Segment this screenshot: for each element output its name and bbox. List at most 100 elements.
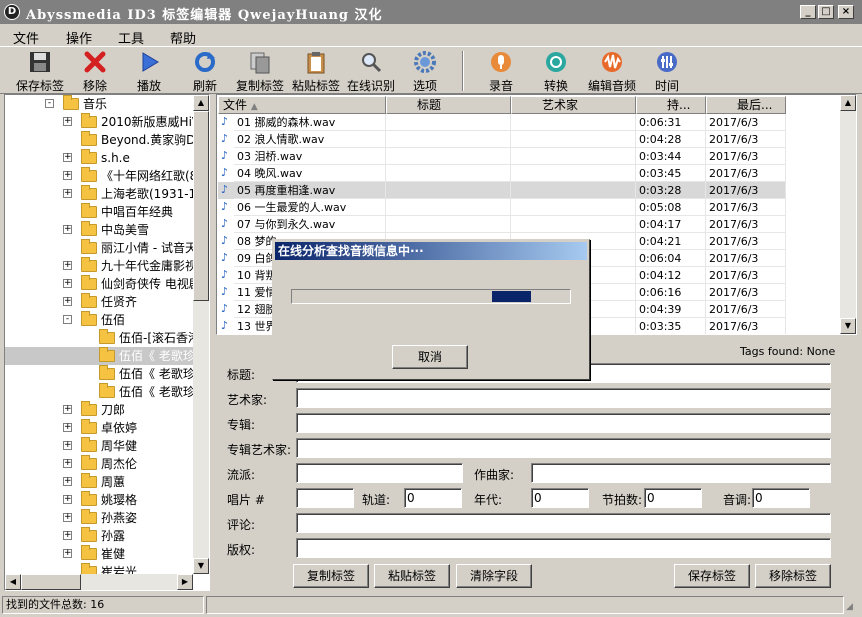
clear-fields-button[interactable]: 清除字段 [456, 564, 532, 588]
tree-node[interactable]: + 中岛美雪 [5, 221, 193, 239]
tree-expander[interactable]: + [63, 153, 72, 162]
online-identify-button[interactable]: 在线识别 [345, 49, 397, 93]
column-artist[interactable]: 艺术家 [511, 96, 636, 114]
tree-node[interactable]: 中唱百年经典 [5, 203, 193, 221]
tree-node[interactable]: + 上海老歌(1931-19 [5, 185, 204, 203]
file-row[interactable]: ♪ 02 浪人情歌.wav 0:04:28 2017/6/3 [218, 131, 786, 148]
menu-action[interactable]: 操作 [66, 28, 92, 47]
track-field[interactable]: 0 [404, 488, 462, 508]
menu-tools[interactable]: 工具 [118, 28, 144, 47]
tree-expander[interactable]: + [63, 549, 72, 558]
tree-node[interactable]: 丽江小倩 - 试音天 [5, 239, 197, 257]
genre-field[interactable] [296, 463, 463, 483]
tree-expander[interactable]: + [63, 117, 72, 126]
tree-node[interactable]: + 《十年网络红歌(80 [5, 167, 205, 185]
resize-grip-icon[interactable]: ◢ [846, 602, 858, 614]
disc-field[interactable] [296, 488, 354, 508]
tree-node[interactable]: - 伍佰 [5, 311, 193, 329]
tree-node[interactable]: 伍佰《 老歌珍 [5, 383, 195, 401]
artist-field[interactable] [296, 388, 831, 408]
tree-node[interactable]: Beyond.黄家驹DSD [5, 131, 209, 149]
tree-expander[interactable]: + [63, 459, 72, 468]
cancel-button[interactable]: 取消 [392, 345, 468, 369]
tree-node[interactable]: + 周杰伦 [5, 455, 193, 473]
tree-scroll-right-button[interactable]: ▶ [177, 574, 193, 590]
tree-expander[interactable]: + [63, 477, 72, 486]
bpm-field[interactable]: 0 [644, 488, 702, 508]
record-button[interactable]: 录音 [486, 49, 516, 93]
album-field[interactable] [296, 413, 831, 433]
menu-help[interactable]: 帮助 [170, 28, 196, 47]
paste-tags-panel-button[interactable]: 粘贴标签 [374, 564, 450, 588]
tree-hscroll-thumb[interactable] [21, 574, 81, 590]
tree-node[interactable]: + 仙剑奇侠传 电视剧 [5, 275, 201, 293]
tree-node[interactable]: + 刀郎 [5, 401, 193, 419]
tree-scroll-left-button[interactable]: ◀ [5, 574, 21, 590]
tree-expander[interactable]: + [63, 297, 72, 306]
tree-expander[interactable]: + [63, 225, 72, 234]
tree-scroll-down-button[interactable]: ▼ [193, 558, 209, 574]
file-row[interactable]: ♪ 04 晚风.wav 0:03:45 2017/6/3 [218, 165, 786, 182]
composer-field[interactable] [531, 463, 831, 483]
close-button[interactable]: × [838, 5, 854, 19]
column-file[interactable]: 文件 ▲ [218, 96, 386, 114]
tree-expander[interactable]: + [63, 171, 72, 180]
maximize-button[interactable]: □ [818, 5, 834, 19]
tree-node[interactable]: + 任贤齐 [5, 293, 193, 311]
tree-expander[interactable]: + [63, 513, 72, 522]
tree-expander[interactable]: + [63, 189, 72, 198]
year-field[interactable]: 0 [531, 488, 589, 508]
tree-expander[interactable]: - [63, 315, 72, 324]
column-duration[interactable]: 持... [636, 96, 706, 114]
tree-node[interactable]: + s.h.e [5, 149, 193, 167]
tree-scroll-up-button[interactable]: ▲ [193, 95, 209, 111]
column-title[interactable]: 标题 [386, 96, 511, 114]
file-row[interactable]: ♪ 06 一生最爱的人.wav 0:05:08 2017/6/3 [218, 199, 786, 216]
tree-node[interactable]: + 九十年代金庸影视 [5, 257, 197, 275]
file-row[interactable]: ♪ 01 挪威的森林.wav 0:06:31 2017/6/3 [218, 114, 786, 131]
paste-tags-button[interactable]: 粘贴标签 [290, 49, 342, 93]
tree-expander[interactable]: + [63, 423, 72, 432]
filelist-scroll-up-button[interactable]: ▲ [840, 95, 856, 111]
tree-expander[interactable]: - [45, 99, 54, 108]
tree-node[interactable]: +2010新版惠威HiVi [5, 113, 203, 131]
tree-node[interactable]: + 孙燕姿 [5, 509, 193, 527]
tree-node[interactable]: + 周华健 [5, 437, 193, 455]
tree-node[interactable]: + 卓依婷 [5, 419, 193, 437]
comment-field[interactable] [296, 513, 831, 533]
options-button[interactable]: 选项 [410, 49, 440, 93]
play-button[interactable]: 播放 [134, 49, 164, 93]
column-modified[interactable]: 最后... [706, 96, 786, 114]
copyright-field[interactable] [296, 538, 831, 558]
save-tags-panel-button[interactable]: 保存标签 [674, 564, 750, 588]
tree-scroll-thumb[interactable] [193, 111, 209, 301]
minimize-button[interactable]: _ [800, 5, 816, 19]
tree-expander[interactable]: + [63, 441, 72, 450]
copy-tags-button[interactable]: 复制标签 [234, 49, 286, 93]
filelist-vertical-scrollbar[interactable]: ▲ ▼ [840, 95, 856, 334]
tree-expander[interactable]: + [63, 495, 72, 504]
key-field[interactable]: 0 [752, 488, 810, 508]
tree-node[interactable]: 伍佰-[滚石香港 [5, 329, 200, 347]
remove-button[interactable]: 移除 [80, 49, 110, 93]
tree-node[interactable]: + 崔健 [5, 545, 193, 563]
tree-expander[interactable]: + [63, 261, 72, 270]
tree-node[interactable]: + 姚璎格 [5, 491, 193, 509]
tree-node[interactable]: - 音乐 [5, 95, 193, 113]
tree-expander[interactable]: + [63, 405, 72, 414]
tree-vertical-scrollbar[interactable]: ▲ ▼ [193, 95, 209, 574]
copy-tags-panel-button[interactable]: 复制标签 [293, 564, 369, 588]
tree-node[interactable]: 伍佰《 老歌珍 [5, 347, 195, 365]
remove-tags-panel-button[interactable]: 移除标签 [755, 564, 831, 588]
tree-expander[interactable]: + [63, 279, 72, 288]
edit-audio-button[interactable]: 编辑音频 [586, 49, 638, 93]
tree-node[interactable]: 伍佰《 老歌珍 [5, 365, 195, 383]
file-row[interactable]: ♪ 03 泪桥.wav 0:03:44 2017/6/3 [218, 148, 786, 165]
tree-horizontal-scrollbar[interactable]: ◀ ▶ [5, 574, 193, 590]
save-tags-button[interactable]: 保存标签 [14, 49, 66, 93]
folder-tree[interactable]: - 音乐 +2010新版惠威HiVi Beyond.黄家驹DSD + s.h.e + 《十年网… [4, 94, 210, 591]
convert-button[interactable]: 转换 [541, 49, 571, 93]
tree-node[interactable]: + 孙露 [5, 527, 193, 545]
menu-file[interactable]: 文件 [13, 28, 39, 47]
file-row[interactable]: ♪ 05 再度重相逢.wav 0:03:28 2017/6/3 [218, 182, 786, 199]
